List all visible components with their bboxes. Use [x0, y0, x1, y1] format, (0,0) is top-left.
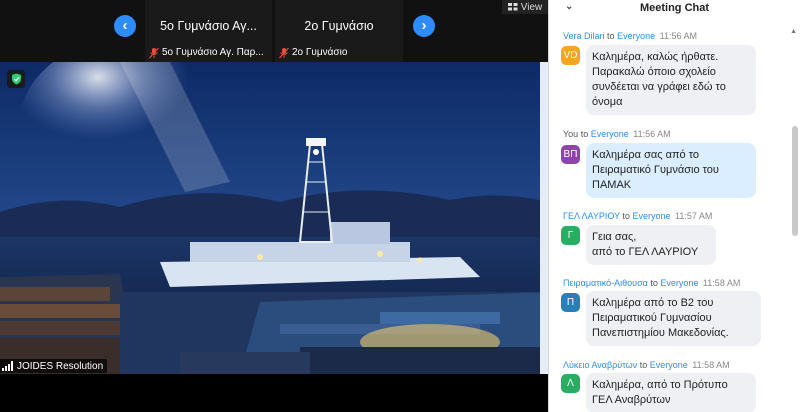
to-label: to: [607, 31, 615, 41]
message-sender[interactable]: Πειραματικό-Αιθουσα: [563, 278, 648, 288]
view-label: View: [520, 1, 543, 13]
message-recipient[interactable]: Everyone: [660, 278, 698, 288]
signal-strength-icon: [2, 361, 13, 371]
message-line: Γεια σας,: [592, 231, 637, 243]
chat-scrollbar[interactable]: ▲: [790, 28, 798, 412]
message-sender: You: [563, 129, 579, 139]
thumbnail-display-name: 2ο Γυμνάσιο: [304, 19, 374, 33]
chevron-down-icon[interactable]: ⌄: [565, 1, 573, 12]
message-line: ΠΑΜΑΚ: [592, 179, 632, 191]
avatar: Λ: [561, 374, 580, 393]
message-line: Παρακαλώ όποιο σχολείο: [592, 66, 716, 78]
message-line: Πανεπιστημίου Μακεδονίας.: [592, 327, 729, 339]
message-recipient[interactable]: Everyone: [591, 129, 629, 139]
message-recipient[interactable]: Everyone: [650, 360, 688, 370]
message-bubble: Καλημέρα, καλώς ήρθατε. Παρακαλώ όποιο σ…: [586, 45, 756, 115]
message-header: Πειραματικό-Αιθουσα to Everyone 11:58 AM: [563, 278, 740, 288]
grid-view-icon: [507, 3, 518, 11]
scroll-up-arrow-icon[interactable]: ▲: [790, 28, 797, 35]
thumbnail-footer: 5ο Γυμνάσιο Αγ. Παρ...: [148, 45, 269, 60]
thumbnail-participant-name: 2ο Γυμνάσιο: [292, 47, 348, 58]
avatar: VD: [561, 46, 580, 65]
message-sender[interactable]: Vera Dilari: [563, 31, 605, 41]
avatar: Γ: [561, 226, 580, 245]
avatar: ΒΠ: [561, 145, 580, 164]
message-header: ΓΕΛ ΛΑΥΡΙΟΥ to Everyone 11:57 AM: [563, 211, 712, 221]
message-sender[interactable]: ΓΕΛ ΛΑΥΡΙΟΥ: [563, 211, 620, 221]
message-time: 11:57 AM: [674, 211, 713, 221]
to-label: to: [650, 278, 658, 288]
next-page-button[interactable]: ›: [413, 15, 435, 37]
video-bottom-band: [0, 374, 548, 412]
message-line: Καλημέρα σας από το: [592, 149, 700, 161]
video-area: ‹ 5o Γυμνάσιο Αγ... 5ο Γυμνάσιο Αγ. Παρ.…: [0, 0, 548, 412]
message-bubble: Καλημέρα από το Β2 του Πειραματικού Γυμν…: [586, 291, 761, 346]
chat-header: ⌄ Meeting Chat: [549, 0, 800, 16]
message-time: 11:58 AM: [692, 360, 730, 370]
ship-video-frame: [0, 62, 548, 374]
view-button[interactable]: View: [502, 0, 548, 14]
participant-thumbnail[interactable]: 2ο Γυμνάσιο 2ο Γυμνάσιο: [275, 0, 403, 62]
message-line: Καλημέρα, καλώς ήρθατε.: [592, 51, 719, 63]
thumbnail-strip: ‹ 5o Γυμνάσιο Αγ... 5ο Γυμνάσιο Αγ. Παρ.…: [0, 0, 548, 62]
message-line: Πειραματικού Γυμνασίου: [592, 312, 712, 324]
message-recipient[interactable]: Everyone: [632, 211, 670, 221]
message-bubble: Καλημέρα, από το Πρότυπο ΓΕΛ Αναβρύτων: [586, 373, 756, 412]
message-line: Πειραματικό Γυμνάσιο του: [592, 164, 719, 176]
message-bubble: Γεια σας, από το ΓΕΛ ΛΑΥΡΙΟΥ: [586, 225, 716, 265]
chat-title: Meeting Chat: [639, 2, 710, 14]
message-bubble: Καλημέρα σας από το Πειραματικό Γυμνάσιο…: [586, 143, 756, 198]
chevron-left-icon: ‹: [122, 17, 128, 34]
speaker-name-tag: JOIDES Resolution: [0, 359, 108, 373]
message-time: 11:56 AM: [659, 31, 697, 41]
active-speaker-video: [0, 62, 548, 374]
thumbnail-participant-name: 5ο Γυμνάσιο Αγ. Παρ...: [162, 47, 264, 58]
to-label: to: [622, 211, 630, 221]
previous-page-button[interactable]: ‹: [114, 15, 136, 37]
message-line: Καλημέρα από το Β2 του: [592, 297, 714, 309]
message-line: όνομα: [592, 96, 623, 108]
message-recipient[interactable]: Everyone: [617, 31, 655, 41]
message-header: You to Everyone 11:56 AM: [563, 129, 671, 139]
zoom-meeting-window: ‹ 5o Γυμνάσιο Αγ... 5ο Γυμνάσιο Αγ. Παρ.…: [0, 0, 800, 412]
message-header: Λύκειο Αναβρύτων to Everyone 11:58 AM: [563, 360, 730, 370]
to-label: to: [639, 360, 648, 370]
encryption-shield-icon[interactable]: [7, 70, 25, 88]
message-sender[interactable]: Λύκειο Αναβρύτων: [563, 360, 637, 370]
message-line: ΓΕΛ Αναβρύτων: [592, 394, 671, 406]
mic-muted-icon: [279, 47, 289, 58]
avatar: Π: [561, 293, 580, 312]
message-line: συνδέεται να γράφει εδώ το: [592, 81, 726, 93]
thumbnail-footer: 2ο Γυμνάσιο: [278, 45, 400, 60]
scroll-thumb[interactable]: [792, 126, 798, 236]
participant-thumbnail[interactable]: 5o Γυμνάσιο Αγ... 5ο Γυμνάσιο Αγ. Παρ...: [145, 0, 272, 62]
to-label: to: [580, 129, 589, 139]
message-time: 11:56 AM: [633, 129, 671, 139]
message-line: από το ΓΕΛ ΛΑΥΡΙΟΥ: [592, 246, 699, 258]
message-line: Καλημέρα, από το Πρότυπο: [592, 379, 728, 391]
mic-muted-icon: [149, 47, 159, 58]
message-header: Vera Dilari to Everyone 11:56 AM: [563, 31, 697, 41]
thumbnail-display-name: 5o Γυμνάσιο Αγ...: [160, 19, 257, 33]
chevron-right-icon: ›: [421, 17, 427, 34]
meeting-chat-panel: ⌄ Meeting Chat ▲ Vera Dilari to Everyone…: [548, 0, 800, 412]
message-time: 11:58 AM: [702, 278, 741, 288]
speaker-name: JOIDES Resolution: [17, 360, 104, 372]
